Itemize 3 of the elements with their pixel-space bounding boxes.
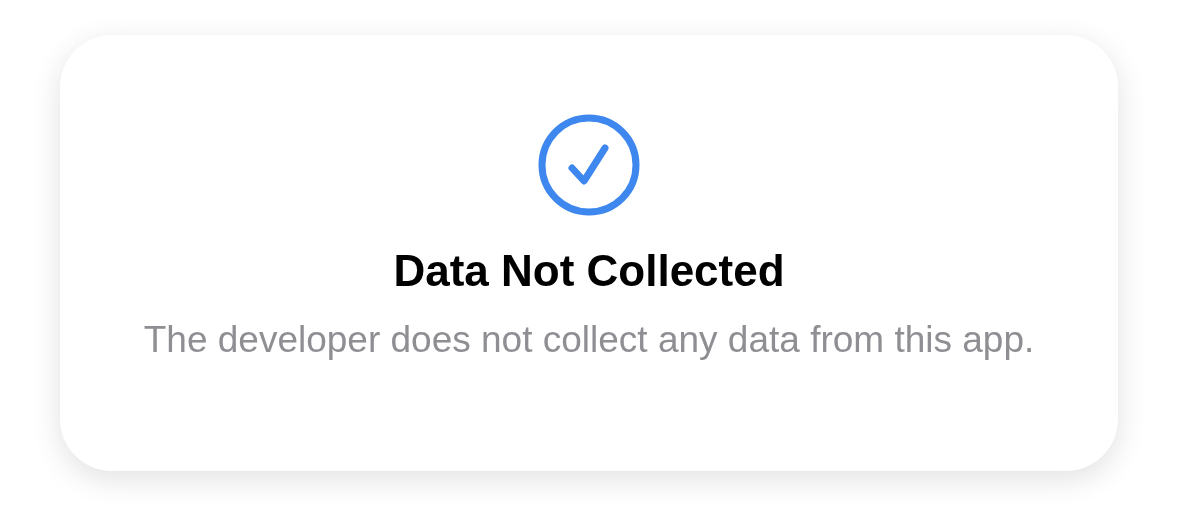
checkmark-circle-icon — [537, 113, 641, 217]
description: The developer does not collect any data from this app. — [142, 318, 1036, 362]
title: Data Not Collected — [393, 245, 785, 297]
